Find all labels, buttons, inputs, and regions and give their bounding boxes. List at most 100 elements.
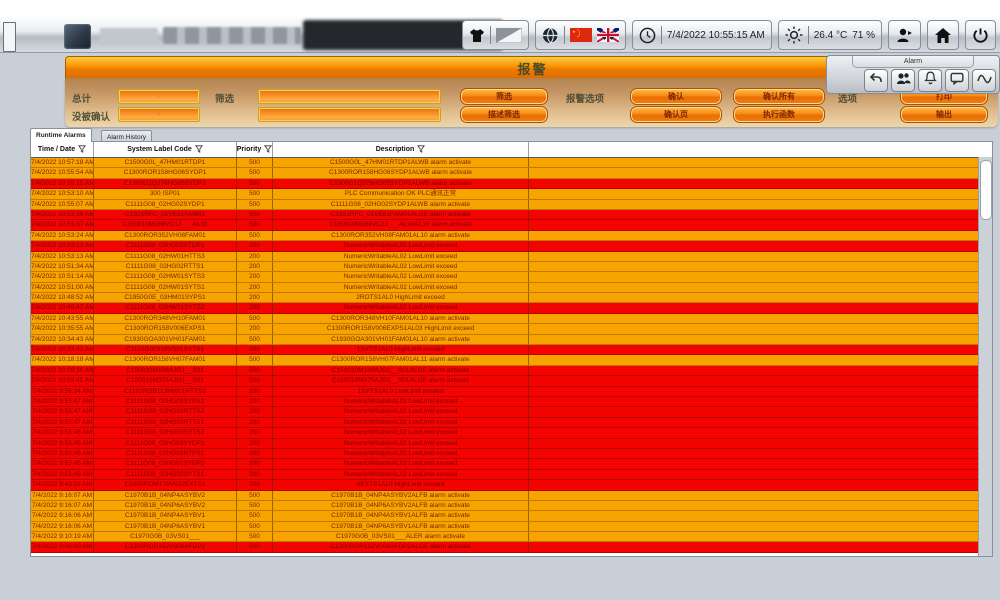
col-header-time[interactable]: Time / Date	[31, 142, 94, 157]
table-row[interactable]: 7/4/2022 10:53:39 AMC1921RFC_01VE81FAM01…	[31, 210, 992, 220]
output-button[interactable]: 输出	[900, 106, 988, 123]
cell-extra	[529, 511, 980, 520]
table-row[interactable]: 7/4/2022 9:16:06 AMC1970B1B_04NP4ASYBV15…	[31, 511, 992, 521]
cell-priority: 500	[237, 179, 273, 188]
table-row[interactable]: 7/4/2022 9:43:02 AMC1500ROM178V022EXTS12…	[31, 480, 992, 490]
cell-description: NumericWritableAL02 LowLimit exceed	[273, 407, 529, 416]
unacked-value-field[interactable]: ·	[118, 107, 200, 122]
language-group[interactable]	[535, 20, 626, 50]
col-header-label[interactable]: System Label Code	[94, 142, 237, 157]
table-row[interactable]: 7/4/2022 10:33:42 AMC1102G00918VS01SYTS1…	[31, 345, 992, 355]
table-row[interactable]: 7/4/2022 10:53:10 AM300 ISP01500PLC Comm…	[31, 189, 992, 199]
table-row[interactable]: 7/4/2022 10:53:24 AMC1300ROR352VH08FAM01…	[31, 231, 992, 241]
uk-flag-icon[interactable]	[597, 28, 619, 42]
bell-button[interactable]	[918, 69, 942, 92]
table-row[interactable]: 7/4/2022 9:16:07 AMC1970B1B_04NP6ASYBV25…	[31, 501, 992, 511]
filter-funnel-icon[interactable]	[417, 145, 425, 155]
clock-group[interactable]: 7/4/2022 10:55:15 AM	[632, 20, 772, 50]
trend-button[interactable]	[972, 69, 996, 92]
cell-time: 7/4/2022 10:34:43 AM	[31, 335, 94, 344]
theme-group[interactable]	[462, 20, 529, 50]
contrast-icon[interactable]	[496, 28, 522, 43]
col-header-priority[interactable]: Priority	[237, 142, 273, 157]
cell-system-label-code: C1111G08_02HW01SYTS3	[94, 272, 237, 281]
table-row[interactable]: 7/4/2022 9:53:47 AMC1111G08_02HG03SYPS12…	[31, 397, 992, 407]
table-row[interactable]: 7/4/2022 10:55:54 AMC1300ROR158HG06SYDP1…	[31, 168, 992, 178]
scrollbar-thumb[interactable]	[980, 160, 992, 220]
cell-system-label-code: C1111G08_02HG02RTDP1	[94, 241, 237, 250]
cell-time: 7/4/2022 9:10:19 AM	[31, 532, 94, 541]
table-row[interactable]: 7/4/2022 9:56:24 AMC1101ROB113HW01HTTS22…	[31, 387, 992, 397]
cell-priority: 200	[237, 439, 273, 448]
filter-input[interactable]	[258, 89, 441, 104]
table-row[interactable]: 7/4/2022 9:53:45 AMC1111G08_02HG03SYDP12…	[31, 439, 992, 449]
table-row[interactable]: 7/4/2022 9:16:06 AMC1970B1B_04NP6ASYBV15…	[31, 522, 992, 532]
table-row[interactable]: 7/4/2022 10:53:37 AMC150010M168VC12___AL…	[31, 220, 992, 230]
home-button[interactable]	[927, 20, 959, 50]
table-row[interactable]: 7/4/2022 10:18:18 AMC1300ROR158VH07FAM01…	[31, 355, 992, 365]
ack-button[interactable]: 确认	[630, 88, 722, 105]
climate-group[interactable]: 26.4 °C 71 %	[778, 20, 882, 50]
table-row[interactable]: 7/4/2022 10:48:52 AMC1950G0E_03HM01SYPS1…	[31, 293, 992, 303]
table-row[interactable]: 7/4/2022 9:53:45 AMC1111G08_02HG02SYDP22…	[31, 459, 992, 469]
user-button[interactable]	[888, 20, 921, 50]
table-row[interactable]: 7/4/2022 9:10:19 AMC1970G0B_03VS01___500…	[31, 532, 992, 542]
desc-filter-input[interactable]	[258, 107, 441, 122]
table-row[interactable]: 7/4/2022 9:53:46 AMC1111G08_02HG03SYTS22…	[31, 428, 992, 438]
vertical-scrollbar[interactable]	[978, 157, 992, 556]
tab-runtime-alarms[interactable]: Runtime Alarms	[30, 128, 92, 142]
cell-priority: 500	[237, 200, 273, 209]
table-row[interactable]: 7/4/2022 9:53:45 AMC1111G08_02HG03RTPS12…	[31, 449, 992, 459]
table-row[interactable]: 7/4/2022 10:45:47 AMC1111G08_02HW01SYTS2…	[31, 303, 992, 313]
table-row[interactable]: 7/4/2022 10:55:15 AMC1300G1Q276HG05SYDP1…	[31, 179, 992, 189]
filter-funnel-icon[interactable]	[264, 145, 272, 155]
filter-funnel-icon[interactable]	[78, 145, 86, 155]
cell-description: NumericWritableAL02 LowLimit exceed	[273, 303, 529, 312]
table-row[interactable]: 7/4/2022 9:53:47 AMC1111G08_02HG03RTTS22…	[31, 407, 992, 417]
system-toolbar: 7/4/2022 10:55:15 AM 26.4 °C 71 %	[462, 20, 996, 50]
cell-priority: 200	[237, 293, 273, 302]
table-row[interactable]: 7/4/2022 9:16:07 AMC1970B1B_04NP4ASYBV25…	[31, 491, 992, 501]
total-value-field[interactable]: ·	[118, 89, 200, 104]
undo-button[interactable]	[864, 69, 888, 92]
table-row[interactable]: 7/4/2022 10:34:43 AMC1930GOA301VH01FAM01…	[31, 335, 992, 345]
col-header-description[interactable]: Description	[273, 142, 529, 157]
table-row[interactable]: 7/4/2022 10:51:14 AMC1111G08_02HW01SYTS3…	[31, 272, 992, 282]
filter-funnel-icon[interactable]	[195, 145, 203, 155]
cell-extra	[529, 158, 980, 167]
table-row[interactable]: 7/4/2022 10:53:13 AMC1111G08_02HG02RTDP1…	[31, 241, 992, 251]
table-row[interactable]: 7/4/2022 10:35:55 AMC1300ROR158V006EXPS1…	[31, 324, 992, 334]
table-row[interactable]: 7/4/2022 10:03:41 AMC150010M375AJG1__S01…	[31, 376, 992, 386]
table-row[interactable]: 7/4/2022 10:09:30 AMC150010M168AJG1__S01…	[31, 366, 992, 376]
ack-all-button[interactable]: 确认所有	[733, 88, 825, 105]
cell-time: 7/4/2022 10:43:55 AM	[31, 314, 94, 323]
comment-button[interactable]	[945, 69, 969, 92]
cell-extra	[529, 262, 980, 271]
exec-function-button[interactable]: 执行函数	[733, 106, 825, 123]
shirt-icon[interactable]	[469, 28, 485, 43]
cell-system-label-code: C150010M168VC12___AL10	[94, 220, 237, 229]
redacted-title-text	[100, 28, 158, 44]
table-row[interactable]: 7/4/2022 10:53:13 AMC1111G08_02HW01HTTS3…	[31, 252, 992, 262]
table-row[interactable]: 7/4/2022 10:55:07 AMC1111G08_02HG02SYDP1…	[31, 200, 992, 210]
users-button[interactable]	[891, 69, 915, 92]
ack-page-button[interactable]: 确认页	[630, 106, 722, 123]
table-row[interactable]: 7/4/2022 9:53:47 AMC1111G08_02HG03RTTS12…	[31, 418, 992, 428]
cell-time: 7/4/2022 10:53:13 AM	[31, 241, 94, 250]
china-flag-icon[interactable]	[570, 28, 592, 42]
globe-icon[interactable]	[542, 27, 559, 44]
separator	[564, 26, 565, 44]
table-row[interactable]: 7/4/2022 10:51:34 AMC1111G08_02HG02RTTS1…	[31, 262, 992, 272]
table-row[interactable]: 7/4/2022 10:57:18 AMC1500G0L_47HM01RTDP1…	[31, 158, 992, 168]
table-row[interactable]: 7/4/2022 9:06:00 AMC1300ROR152V008AFDP25…	[31, 542, 992, 552]
cell-extra	[529, 335, 980, 344]
table-row[interactable]: 7/4/2022 9:53:45 AMC1111G08_02HG03SYTS12…	[31, 470, 992, 480]
table-row[interactable]: 7/4/2022 10:51:00 AMC1111G08_02HW01SYTS1…	[31, 283, 992, 293]
table-row[interactable]: 7/4/2022 10:43:55 AMC1300ROR348VH10FAM01…	[31, 314, 992, 324]
power-button[interactable]	[965, 20, 996, 50]
cell-time: 7/4/2022 10:55:07 AM	[31, 200, 94, 209]
desc-filter-button[interactable]: 描述筛选	[460, 106, 548, 123]
separator	[490, 26, 491, 44]
filter-button[interactable]: 筛选	[460, 88, 548, 105]
cell-description: 1SYTS1AL0 HighLimit exceed	[273, 345, 529, 354]
